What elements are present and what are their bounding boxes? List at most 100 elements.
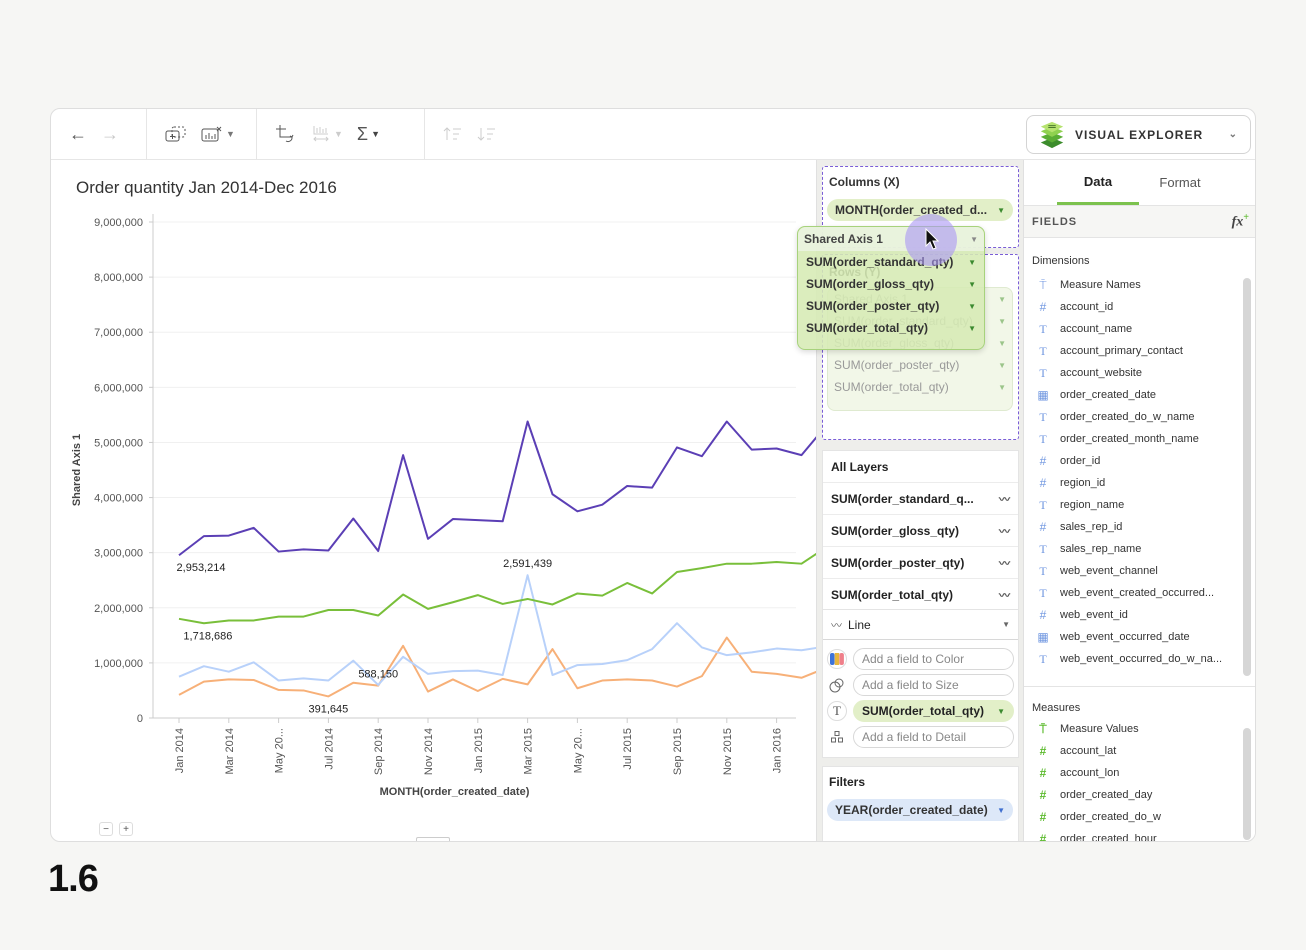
field-item[interactable]: # order_id [1036, 450, 1236, 472]
history-group: ← → [51, 109, 147, 160]
field-name: order_id [1060, 455, 1101, 467]
mark-type-select[interactable]: 〰 Line ▼ [823, 610, 1018, 640]
layer-item[interactable]: SUM(order_standard_q... 〰 [823, 483, 1018, 515]
data-panel: Data Format FIELDS fx+ Dimensions ⍑ Measu… [1024, 160, 1255, 842]
fields-title: FIELDS [1032, 215, 1078, 228]
field-item[interactable]: Taccount_primary_contact [1036, 340, 1236, 362]
field-item[interactable]: Torder_created_month_name [1036, 428, 1236, 450]
field-item[interactable]: Tweb_event_created_occurred... [1036, 582, 1236, 604]
filter-pill-label: YEAR(order_created_date) [835, 803, 988, 817]
field-item[interactable]: ▦ web_event_occurred_date [1036, 626, 1236, 648]
y-tick-label: 2,000,000 [94, 603, 143, 615]
zoom-in-button[interactable]: + [119, 822, 133, 836]
field-item[interactable]: # web_event_id [1036, 604, 1236, 626]
field-item[interactable]: Tsales_rep_name [1036, 538, 1236, 560]
field-name: web_event_created_occurred... [1060, 587, 1215, 599]
aggregate-button[interactable]: Σ ▼ [357, 124, 380, 145]
field-item[interactable]: # region_id [1036, 472, 1236, 494]
dimensions-title: Dimensions [1032, 255, 1090, 267]
field-item[interactable]: # account_id [1036, 296, 1236, 318]
field-item[interactable]: # sales_rep_id [1036, 516, 1236, 538]
field-item[interactable]: Taccount_website [1036, 362, 1236, 384]
field-item[interactable]: Torder_created_do_w_name [1036, 406, 1236, 428]
sort-descending-button[interactable] [477, 126, 497, 142]
field-item[interactable]: # order_created_day [1036, 784, 1236, 806]
field-item[interactable]: # account_lat [1036, 740, 1236, 762]
redo-button[interactable]: → [101, 124, 119, 145]
field-item[interactable]: ⍑ Measure Names [1036, 274, 1236, 296]
field-item[interactable]: # order_created_do_w [1036, 806, 1236, 828]
x-tick-label: Nov 2015 [722, 728, 734, 775]
y-axis-title: Shared Axis 1 [71, 434, 83, 506]
layer-item[interactable]: SUM(order_poster_qty) 〰 [823, 547, 1018, 579]
field-item[interactable]: # account_lon [1036, 762, 1236, 784]
color-field-input[interactable]: Add a field to Color [853, 648, 1014, 670]
add-sheet-icon [165, 126, 186, 142]
layer-item[interactable]: SUM(order_gloss_qty) 〰 [823, 515, 1018, 547]
toolbar: ← → ▼ ▼ Σ ▼ VISUAL EXPLORER ⌄ [51, 109, 1255, 160]
tab-data[interactable]: Data [1057, 160, 1139, 205]
field-name: order_created_do_w_name [1060, 411, 1195, 423]
x-tick-label: Jan 2015 [473, 728, 485, 773]
field-item[interactable]: # order_created_hour [1036, 828, 1236, 841]
label-field-pill[interactable]: SUM(order_total_qty) ▼ [853, 700, 1014, 722]
field-item[interactable]: ▦ order_created_date [1036, 384, 1236, 406]
sheet-group: ▼ [147, 109, 257, 160]
sort-ascending-button[interactable] [443, 126, 463, 142]
text-icon: T [1039, 651, 1047, 666]
dragged-measure: SUM(order_gloss_qty) ▼ [798, 273, 984, 295]
detail-field-input[interactable]: Add a field to Detail [853, 726, 1014, 748]
ghost-row: SUM(order_poster_qty) ▼ [828, 354, 1012, 376]
caret-down-icon: ▼ [968, 301, 976, 311]
clear-sheet-button[interactable]: ▼ [201, 126, 235, 142]
field-item[interactable]: Tweb_event_channel [1036, 560, 1236, 582]
number-icon: # [1039, 454, 1047, 468]
caret-down-icon: ▼ [371, 129, 380, 139]
fit-width-button[interactable]: ▼ [311, 124, 343, 144]
field-name: Measure Names [1060, 279, 1141, 291]
field-name: account_website [1060, 367, 1142, 379]
swap-axes-button[interactable] [275, 124, 297, 144]
dimensions-scrollbar[interactable] [1243, 278, 1251, 676]
size-field-input[interactable]: Add a field to Size [853, 674, 1014, 696]
add-sheet-button[interactable] [165, 126, 187, 142]
x-tick-label: Jul 2015 [622, 728, 634, 770]
resize-handle[interactable] [416, 837, 450, 841]
field-item[interactable]: Tregion_name [1036, 494, 1236, 516]
axes-group: ▼ Σ ▼ [257, 109, 425, 160]
zoom-out-button[interactable]: − [99, 822, 113, 836]
dragged-axis-pill[interactable]: Shared Axis 1 ▼ SUM(order_standard_qty) ▼ … [797, 226, 985, 350]
field-name: Measure Values [1060, 723, 1139, 735]
app-label: VISUAL EXPLORER [1075, 127, 1204, 142]
fit-width-icon [313, 126, 329, 142]
size-icon [827, 675, 847, 695]
measures-list: ⍑ Measure Values # account_lat # account_lon #… [1036, 718, 1236, 842]
add-formula-button[interactable]: fx+ [1232, 212, 1249, 231]
dimensions-list: ⍑ Measure Names # account_id Taccount_name Ta… [1036, 274, 1236, 670]
panel-tabs: Data Format [1024, 160, 1255, 206]
measure-names-icon: ⍑ [1039, 277, 1047, 292]
label-field-text: SUM(order_total_qty) [862, 704, 985, 718]
line-chart-icon: 〰 [831, 619, 842, 632]
tab-format[interactable]: Format [1139, 160, 1221, 205]
data-label: 391,645 [309, 703, 349, 715]
field-item[interactable]: Taccount_name [1036, 318, 1236, 340]
caret-down-icon: ▼ [970, 234, 978, 244]
x-tick-label: Mar 2014 [224, 728, 236, 774]
marks-panel: 〰 Line ▼ Add a field to Color Add a fiel… [822, 610, 1019, 758]
field-name: region_id [1060, 477, 1106, 489]
field-item[interactable]: Tweb_event_occurred_do_w_na... [1036, 648, 1236, 670]
layer-item[interactable]: SUM(order_total_qty) 〰 [823, 579, 1018, 611]
caret-down-icon: ▼ [998, 382, 1006, 392]
visual-explorer-window: ← → ▼ ▼ Σ ▼ VISUAL EXPLORER ⌄ Order quan… [50, 108, 1256, 842]
measures-scrollbar[interactable] [1243, 728, 1251, 840]
data-label: 2,591,439 [503, 558, 552, 570]
calendar-icon: ▦ [1037, 388, 1049, 402]
x-tick-label: Mar 2015 [523, 728, 535, 774]
filter-pill[interactable]: YEAR(order_created_date) ▼ [827, 799, 1013, 821]
field-item[interactable]: ⍑ Measure Values [1036, 718, 1236, 740]
text-icon: T [1039, 497, 1047, 512]
undo-button[interactable]: ← [69, 124, 87, 145]
y-tick-label: 8,000,000 [94, 272, 143, 284]
visual-explorer-dropdown[interactable]: VISUAL EXPLORER ⌄ [1026, 115, 1251, 154]
